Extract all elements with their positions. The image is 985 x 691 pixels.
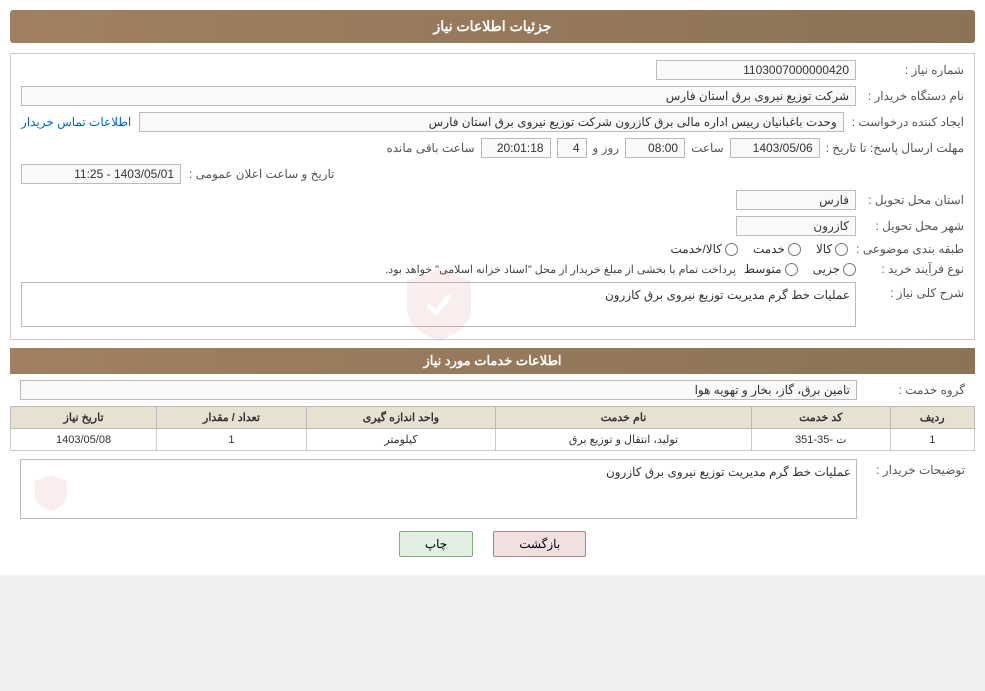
watermark-small-icon <box>31 473 71 513</box>
col-tedad: تعداد / مقدار <box>157 407 307 429</box>
tarikh-value: 1403/05/06 <box>730 138 820 158</box>
radio-kala-item[interactable]: کالا <box>816 242 848 256</box>
shahr-value: کازرون <box>736 216 856 236</box>
grohe-khedmat-value: تامین برق، گاز، بخار و تهویه هوا <box>20 380 857 400</box>
buttons-row: بازگشت چاپ <box>10 531 975 557</box>
radio-motovaset-label: متوسط <box>744 262 782 276</box>
print-button[interactable]: چاپ <box>399 531 473 557</box>
cell-tarikh: 1403/05/08 <box>11 429 157 451</box>
back-button[interactable]: بازگشت <box>493 531 586 557</box>
shomare-niaz-value: 1103007000000420 <box>656 60 856 80</box>
khadamat-table: ردیف کد خدمت نام خدمت واحد اندازه گیری ت… <box>10 406 975 451</box>
tarighe-label: طبقه بندی موضوعی : <box>856 242 964 256</box>
saat-label: ساعت <box>691 141 724 155</box>
col-vahed-andaze: واحد اندازه گیری <box>306 407 495 429</box>
ostan-value: فارس <box>736 190 856 210</box>
cell-tedad: 1 <box>157 429 307 451</box>
radio-khedmat-item[interactable]: خدمت <box>753 242 801 256</box>
ettelaat-tamas-link[interactable]: اطلاعات تماس خریدار <box>21 115 131 129</box>
radio-khedmat-label: خدمت <box>753 242 785 256</box>
tousifat-value: عملیات خط گرم مدیریت توزیع نیروی برق کاز… <box>606 465 851 479</box>
tousifat-label: توضیحات خریدار : <box>865 463 965 477</box>
radio-kala[interactable] <box>835 243 848 256</box>
col-nam-khedmat: نام خدمت <box>496 407 752 429</box>
sharh-kolli-container: عملیات خط گرم مدیریت توزیع نیروی برق کاز… <box>21 282 856 327</box>
shahr-label: شهر محل تحویل : <box>864 219 964 233</box>
shomare-niaz-label: شماره نیاز : <box>864 63 964 77</box>
nam-dastgah-value: شرکت توزیع نیروی برق استان فارس <box>21 86 856 106</box>
tarikh-elan-value: 1403/05/01 - 11:25 <box>21 164 181 184</box>
cell-kod-khedmat: ت -35-351 <box>751 429 890 451</box>
khadamat-section-header: اطلاعات خدمات مورد نیاز <box>10 348 975 374</box>
radio-motovaset-item[interactable]: متوسط <box>744 262 798 276</box>
roz-value: 4 <box>557 138 587 158</box>
page-title: جزئیات اطلاعات نیاز <box>433 18 551 34</box>
grohe-khedmat-label: گروه خدمت : <box>865 383 965 397</box>
radio-kala-khedmat[interactable] <box>725 243 738 256</box>
radio-kala-khedmat-item[interactable]: کالا/خدمت <box>671 242 738 256</box>
saat-value: 08:00 <box>625 138 685 158</box>
page-header: جزئیات اطلاعات نیاز <box>10 10 975 43</box>
radio-motovaset[interactable] <box>785 263 798 276</box>
radio-jozii[interactable] <box>843 263 856 276</box>
radio-kala-label: کالا <box>816 242 832 256</box>
radio-khedmat[interactable] <box>788 243 801 256</box>
col-tarikh: تاریخ نیاز <box>11 407 157 429</box>
cell-radif: 1 <box>890 429 974 451</box>
ostan-label: استان محل تحویل : <box>864 193 964 207</box>
noe-farayand-label: نوع فرآیند خرید : <box>864 262 964 276</box>
tarikh-elan-label: تاریخ و ساعت اعلان عمومی : <box>189 167 335 181</box>
roz-label: روز و <box>593 141 620 155</box>
nam-dastgah-label: نام دستگاه خریدار : <box>864 89 964 103</box>
cell-vahed-andaze: کیلومتر <box>306 429 495 451</box>
mohlat-ersal-label: مهلت ارسال پاسخ: تا تاریخ : <box>826 141 964 155</box>
col-kod-khedmat: کد خدمت <box>751 407 890 429</box>
table-row: 1 ت -35-351 تولید، انتقال و توزیع برق کی… <box>11 429 975 451</box>
ijad-konande-label: ایجاد کننده درخواست : <box>852 115 964 129</box>
sharh-kolli-label: شرح کلی نیاز : <box>864 286 964 300</box>
time-remaining: 20:01:18 <box>481 138 551 158</box>
radio-jozii-label: جزیی <box>813 262 840 276</box>
radio-jozii-item[interactable]: جزیی <box>813 262 856 276</box>
saat-baqi-label: ساعت باقی مانده <box>386 141 474 155</box>
sharh-kolli-value: عملیات خط گرم مدیریت توزیع نیروی برق کاز… <box>605 288 850 302</box>
tarighe-radio-group: کالا خدمت کالا/خدمت <box>671 242 849 256</box>
col-radif: ردیف <box>890 407 974 429</box>
radio-kala-khedmat-label: کالا/خدمت <box>671 242 722 256</box>
tousifat-container: عملیات خط گرم مدیریت توزیع نیروی برق کاز… <box>20 459 857 519</box>
ijad-konande-value: وحدت باغبانیان رییس اداره مالی برق کازرو… <box>139 112 844 132</box>
cell-nam-khedmat: تولید، انتقال و توزیع برق <box>496 429 752 451</box>
watermark-shield-icon <box>399 265 479 345</box>
noe-farayand-radio-group: جزیی متوسط <box>744 262 856 276</box>
